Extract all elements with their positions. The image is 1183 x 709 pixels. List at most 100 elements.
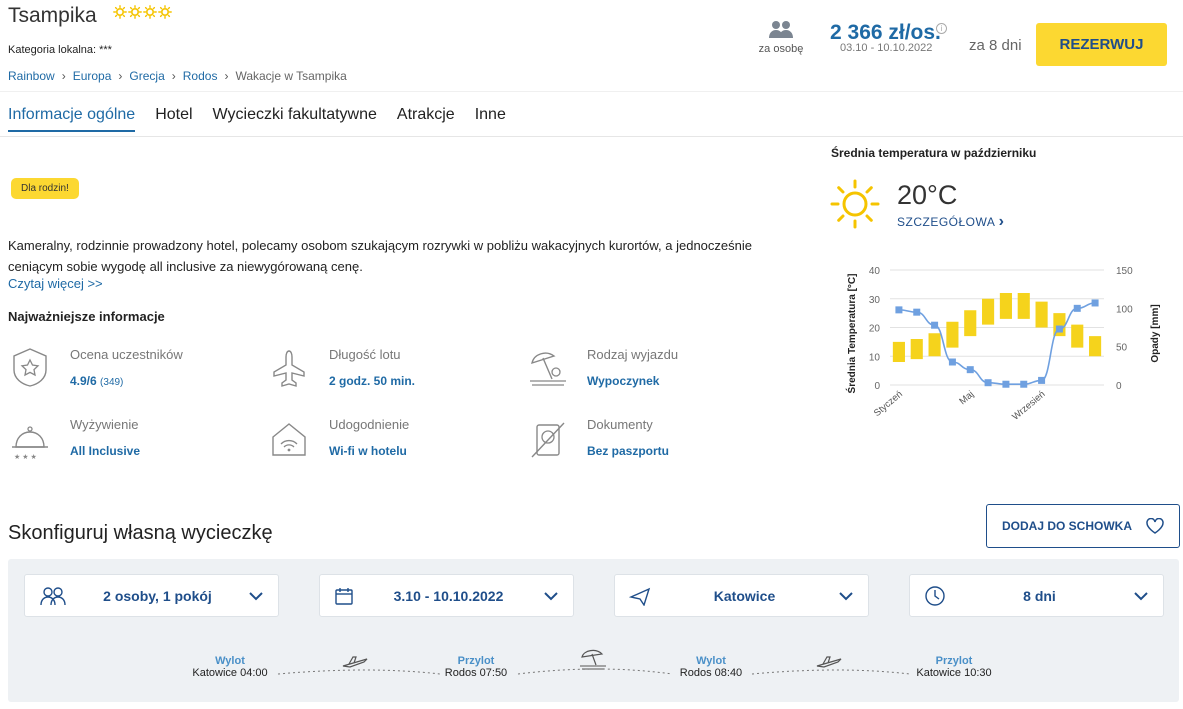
x-tick-label: Wrzesień: [1010, 389, 1047, 423]
key-info-flight: [267, 345, 311, 394]
passport-icon: [531, 422, 565, 458]
flight-time: Katowice 04:00: [192, 667, 268, 679]
y-tick-label: 10: [869, 352, 881, 363]
book-button[interactable]: REZERWUJ: [1036, 23, 1167, 66]
departure-airport-select[interactable]: Katowice: [614, 574, 869, 617]
precipitation-point: [984, 379, 992, 387]
key-info-board: ★ ★ ★: [8, 417, 52, 466]
flight-arrival-outbound: Przylot Rodos 07:50: [438, 655, 514, 679]
key-info-label: Długość lotu: [329, 347, 401, 362]
clock-icon: [925, 585, 945, 606]
y-right-tick-label: 150: [1116, 266, 1133, 277]
key-info-value: Bez paszportu: [587, 444, 670, 458]
precipitation-point: [931, 321, 939, 329]
key-info-rating: [8, 345, 52, 394]
price-dates: 03.10 - 10.10.2022: [840, 42, 933, 54]
key-info-value: All Inclusive: [70, 444, 141, 458]
svg-text:★ ★ ★: ★ ★ ★: [14, 453, 37, 461]
flight-departure-outbound: Wylot Katowice 04:00: [190, 655, 270, 679]
plane-icon: [816, 656, 842, 668]
precipitation-line: [898, 302, 1096, 386]
key-info-label: Ocena uczestników: [70, 347, 183, 362]
chevron-right-icon: ›: [61, 69, 66, 83]
key-info-label: Udogodnienie: [329, 417, 410, 432]
precipitation-point: [1002, 380, 1010, 388]
plane-icon: [629, 587, 651, 606]
precipitation-point: [966, 366, 974, 374]
dates-value: 3.10 - 10.10.2022: [393, 587, 504, 604]
weather-heading: Średnia temperatura w październiku: [831, 146, 1037, 160]
plane-icon: [342, 656, 368, 668]
header-divider: [0, 91, 1183, 92]
temperature-bar: [1017, 293, 1030, 319]
sun-rating-icon: [128, 5, 142, 19]
dates-select[interactable]: 3.10 - 10.10.2022: [319, 574, 574, 617]
food-cloche-icon: ★ ★ ★: [12, 426, 48, 461]
tab-hotel[interactable]: Hotel: [155, 106, 192, 132]
precipitation-point: [895, 306, 903, 314]
flight-head: Przylot: [457, 655, 495, 667]
precipitation-point: [913, 308, 921, 316]
key-info-heading: Najważniejsze informacje: [8, 309, 165, 324]
key-info-label: Rodzaj wyjazdu: [587, 347, 679, 362]
sun-rating-icon: [143, 5, 157, 19]
key-info-amenity: [267, 417, 311, 466]
flight-time: Rodos 08:40: [679, 667, 743, 679]
flight-head: Wylot: [696, 655, 726, 667]
flight-time: Katowice 10:30: [916, 667, 992, 679]
tab-divider: [0, 136, 1183, 137]
tab-general-info[interactable]: Informacje ogólne: [8, 106, 136, 132]
flight-head: Przylot: [935, 655, 973, 667]
flight-head: Wylot: [215, 655, 245, 667]
flight-arrival-return: Przylot Katowice 10:30: [910, 655, 998, 679]
calendar-icon: [335, 587, 353, 605]
temperature-bar: [982, 298, 995, 325]
breadcrumb-europa[interactable]: Europa: [73, 69, 112, 83]
chevron-right-icon: ›: [998, 213, 1005, 230]
local-category: Kategoria lokalna: ***: [8, 44, 112, 56]
precipitation-point: [948, 358, 956, 366]
breadcrumb: Rainbow › Europa › Grecja › Rodos › Wakacje …: [8, 69, 347, 83]
tab-other[interactable]: Inne: [475, 106, 506, 132]
travelers-value: 2 osoby, 1 pokój: [103, 587, 212, 604]
hotel-description: Kameralny, rodzinnie prowadzony hotel, p…: [8, 238, 752, 274]
add-to-favorites-button[interactable]: DODAJ DO SCHOWKA: [986, 504, 1180, 548]
precipitation-point: [1091, 299, 1099, 307]
tab-bar: Informacje ogólne Hotel Wycieczki fakult…: [8, 106, 526, 132]
precipitation-point: [1020, 380, 1028, 388]
tab-excursions[interactable]: Wycieczki fakultatywne: [213, 106, 377, 132]
breadcrumb-rodos[interactable]: Rodos: [183, 69, 218, 83]
x-tick-label: Maj: [957, 389, 976, 407]
travelers-select[interactable]: 2 osoby, 1 pokój: [24, 574, 279, 617]
temperature-bar: [946, 321, 959, 348]
sun-rating-icon: [113, 5, 127, 19]
key-info-value: 2 godz. 50 min.: [329, 374, 416, 388]
breadcrumb-grecja[interactable]: Grecja: [129, 69, 164, 83]
duration-select[interactable]: 8 dni: [909, 574, 1164, 617]
temperature-value: 20°C: [897, 180, 958, 210]
airplane-icon: [273, 350, 305, 387]
flight-departure-return: Wylot Rodos 08:40: [673, 655, 749, 679]
chevron-right-icon: ›: [118, 69, 123, 83]
departure-airport-value: Katowice: [713, 587, 776, 604]
y-right-axis-title: Opady [mm]: [1150, 304, 1161, 362]
key-info-value: Wypoczynek: [587, 374, 660, 388]
info-icon[interactable]: i: [936, 23, 947, 34]
y-right-tick-label: 0: [1116, 381, 1122, 392]
weather-detail-link[interactable]: SZCZEGÓŁOWA ›: [897, 213, 1004, 231]
key-info-value: 4.9/6 (349): [70, 374, 123, 388]
tab-attractions[interactable]: Atrakcje: [397, 106, 455, 132]
x-tick-label: Styczeń: [872, 389, 905, 419]
temperature-bar: [1089, 336, 1102, 357]
read-more-link[interactable]: Czytaj więcej >>: [8, 276, 103, 291]
chevron-down-icon: [544, 591, 558, 600]
key-info-label: Dokumenty: [587, 417, 653, 432]
chevron-down-icon: [249, 591, 263, 600]
breadcrumb-rainbow[interactable]: Rainbow: [8, 69, 55, 83]
key-info-label: Wyżywienie: [70, 417, 139, 432]
sun-rating-icon: [158, 5, 172, 19]
y-tick-label: 20: [869, 324, 881, 335]
flight-time: Rodos 07:50: [444, 667, 508, 679]
per-person-label: za osobę: [758, 43, 804, 55]
y-axis-title: Średnia Temperatura [°C]: [845, 274, 858, 394]
